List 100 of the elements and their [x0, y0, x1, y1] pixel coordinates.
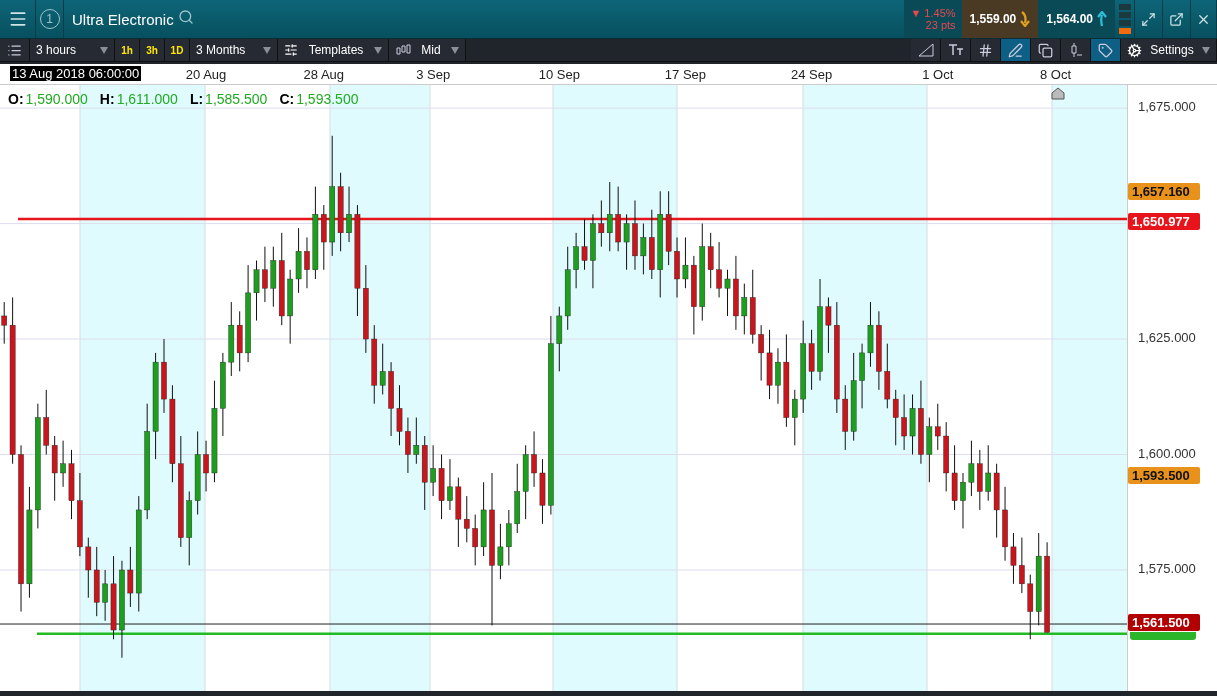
change-percent: ▼ 1.45% [910, 7, 956, 19]
layers-icon [1038, 42, 1053, 58]
date-label: 20 Aug [185, 67, 227, 82]
candlestick [253, 260, 260, 322]
chart-tool-button[interactable] [971, 39, 1001, 61]
ohlc-value: O:1,590.000 [8, 91, 88, 107]
candlestick [447, 458, 453, 511]
candlestick [262, 246, 268, 303]
candlestick [632, 199, 638, 271]
interval-shortcut[interactable]: 3h [140, 39, 165, 61]
support-price-tag [1130, 632, 1196, 640]
candlestick [346, 186, 352, 243]
price-tag: 1,650.977 [1128, 213, 1200, 230]
ohlc-value: H:1,611.000 [99, 91, 178, 107]
range-select[interactable]: 3 Months [190, 39, 278, 61]
settings-button[interactable]: Settings [1121, 39, 1217, 61]
external-link-icon [1169, 11, 1184, 27]
down-arrow-icon [1020, 11, 1031, 27]
candlestick [867, 301, 874, 368]
candlestick [102, 569, 108, 622]
price-tick: 1,625.000 [1138, 330, 1196, 346]
candlestick [304, 236, 310, 289]
price-tag: 1,561.500 [1128, 614, 1200, 631]
candlestick [1019, 537, 1025, 594]
candlestick [539, 458, 546, 525]
candlestick [623, 213, 630, 271]
date-label: 3 Sep [416, 67, 451, 82]
chart-tool-button[interactable] [911, 39, 941, 61]
buy-price-button[interactable]: 1,564.00 [1038, 0, 1115, 38]
candlestick [968, 440, 975, 497]
grid-icon [978, 42, 993, 58]
candlestick [808, 329, 815, 391]
candles-icon [395, 44, 411, 56]
candlestick [60, 440, 66, 488]
list-icon [7, 42, 22, 58]
caret-icon [451, 46, 459, 54]
candlestick [573, 232, 579, 289]
change-points: 23 pts [925, 19, 956, 31]
tag-icon [1098, 42, 1113, 58]
pen-icon [1008, 42, 1023, 58]
price-tick: 1,575.000 [1138, 561, 1196, 576]
candlestick [792, 389, 798, 446]
settings-icon [1127, 42, 1142, 58]
interval-shortcut[interactable]: 1h [115, 39, 140, 61]
levels-icon [1118, 4, 1131, 34]
up-arrow-icon [1097, 11, 1107, 27]
marker-icon [1051, 87, 1065, 100]
price-type-select[interactable]: Mid [389, 39, 466, 61]
sell-price-button[interactable]: 1,559.00 [961, 0, 1039, 38]
candlestick [68, 449, 75, 520]
candlestick [472, 514, 478, 566]
price-tag: 1,657.160 [1128, 183, 1200, 200]
cursor-time: 13 Aug 2018 06:00:00 [10, 66, 142, 81]
templates-select[interactable]: Templates [278, 39, 389, 61]
candlestick [1010, 532, 1017, 585]
candlestick [909, 393, 916, 455]
candlestick [943, 421, 949, 492]
candlestick [430, 444, 436, 497]
sliders-icon [284, 43, 298, 57]
date-label: 8 Oct [1039, 67, 1072, 82]
instrument-name: Ultra Electronic [71, 10, 175, 28]
date-label: 1 Oct [922, 67, 954, 82]
date-label: 28 Aug [303, 67, 345, 82]
chart-tool-button[interactable] [1091, 39, 1121, 61]
candlestick [455, 477, 462, 548]
date-label: 24 Sep [791, 67, 833, 82]
search-icon[interactable] [177, 9, 194, 25]
price-tick: 1,600.000 [1138, 445, 1196, 461]
candlestick [396, 384, 403, 446]
price-tick: 1,675.000 [1138, 99, 1196, 115]
expand-icon [1141, 11, 1156, 27]
candlestick [640, 223, 647, 275]
candlestick [649, 209, 655, 280]
list-button[interactable] [0, 39, 30, 61]
chart-tool-button[interactable] [941, 39, 971, 61]
candlestick [682, 236, 689, 289]
candlestick [766, 329, 773, 400]
caret-icon [1202, 46, 1210, 54]
ohlc-value: L:1,585.500 [189, 91, 268, 107]
candlestick [321, 204, 327, 271]
candlestick [716, 241, 722, 298]
candlestick [758, 324, 764, 382]
interval-select[interactable]: 3 hours [30, 39, 115, 61]
candlestick [901, 393, 907, 451]
date-label: 10 Sep [538, 67, 580, 82]
chart-tool-button[interactable] [1001, 39, 1031, 61]
candlestick [775, 347, 781, 405]
interval-shortcut[interactable]: 1D [165, 39, 190, 61]
candlestick [405, 417, 411, 474]
candlestick [506, 509, 512, 566]
tab-number-button[interactable]: 1 [36, 0, 64, 38]
candlestick [615, 186, 621, 252]
text-icon [947, 44, 964, 56]
chart-tool-button[interactable] [1031, 39, 1061, 61]
caret-icon [374, 46, 382, 54]
candlestick [825, 296, 832, 354]
candlestick [859, 343, 865, 409]
candlestick [581, 218, 588, 271]
caret-icon [100, 46, 108, 54]
candlestick [977, 449, 983, 511]
